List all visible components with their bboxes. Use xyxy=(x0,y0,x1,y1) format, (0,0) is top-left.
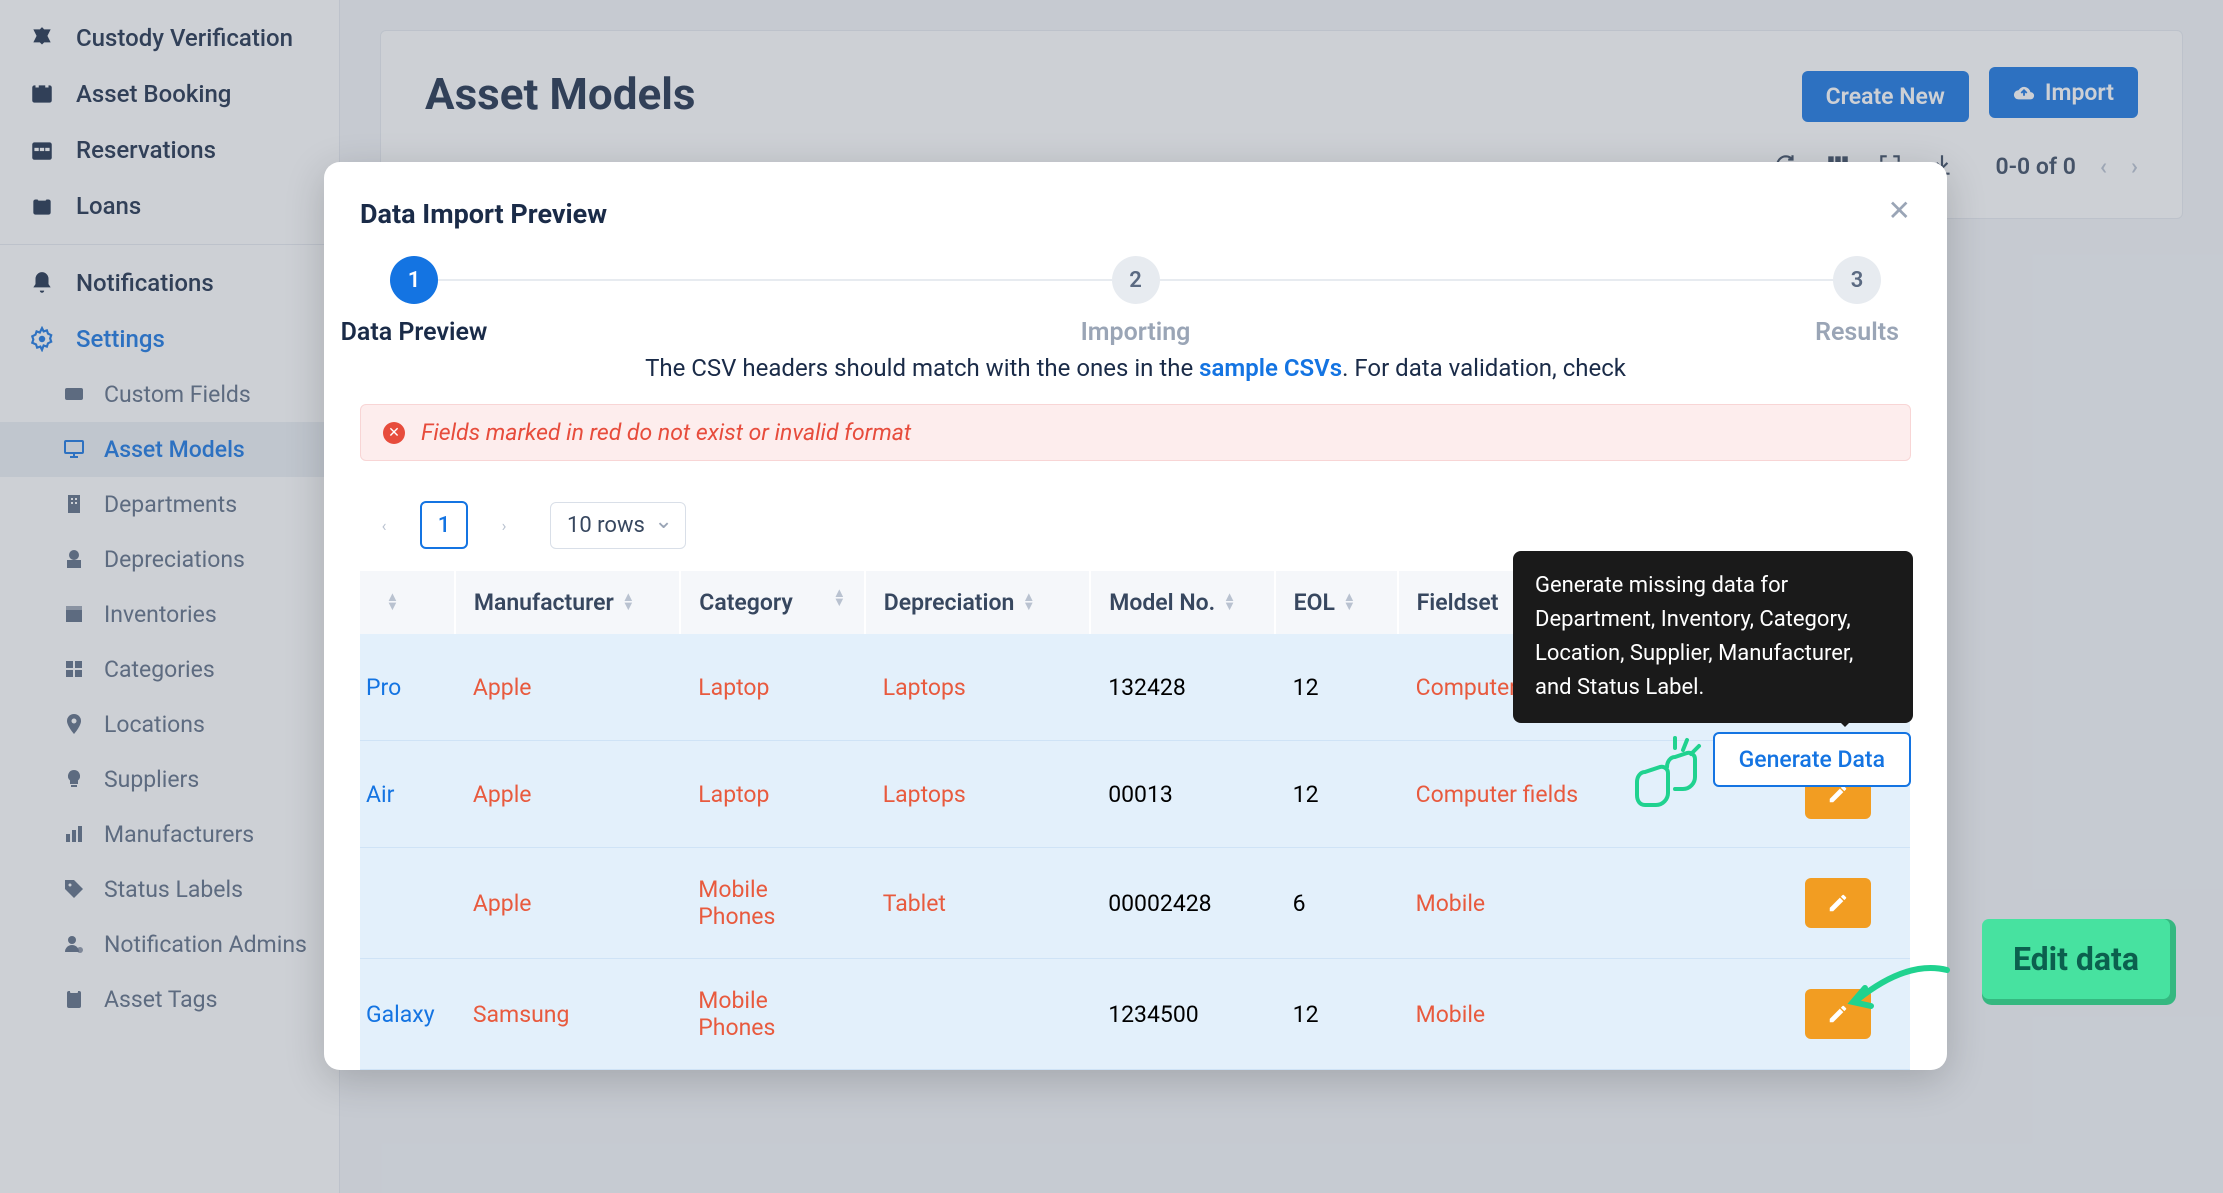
cell-manufacturer: Apple xyxy=(455,741,680,848)
table-row: Apple Mobile Phones Tablet 00002428 6 Mo… xyxy=(360,848,1910,959)
hint-text-suffix: . For data validation, check xyxy=(1342,354,1626,382)
edit-data-callout: Edit data xyxy=(1985,922,2167,996)
col-name[interactable]: ▲▼ xyxy=(360,571,455,634)
cell-eol: 6 xyxy=(1275,848,1398,959)
sort-icon: ▲▼ xyxy=(622,593,635,611)
step-number: 1 xyxy=(390,256,438,304)
sort-icon: ▲▼ xyxy=(386,593,399,611)
step-connector xyxy=(438,279,1112,281)
step-label: Data Preview xyxy=(341,318,488,347)
next-page-button[interactable]: › xyxy=(486,503,522,547)
cell-eol: 12 xyxy=(1275,634,1398,741)
sort-icon: ▲▼ xyxy=(1343,593,1356,611)
step-data-preview[interactable]: 1 Data Preview xyxy=(390,256,438,304)
sort-icon: ▲▼ xyxy=(833,589,846,607)
csv-hint: The CSV headers should match with the on… xyxy=(360,354,1911,382)
cell-manufacturer: Apple xyxy=(455,634,680,741)
step-connector xyxy=(1160,279,1834,281)
col-category[interactable]: Category▲▼ xyxy=(680,571,864,634)
cell-model-no: 00013 xyxy=(1090,741,1274,848)
step-label: Results xyxy=(1815,318,1899,347)
cell-name: Pro xyxy=(360,634,455,741)
cell-eol: 12 xyxy=(1275,741,1398,848)
cell-category: Mobile Phones xyxy=(680,959,864,1070)
col-model-no[interactable]: Model No.▲▼ xyxy=(1090,571,1274,634)
cell-manufacturer: Samsung xyxy=(455,959,680,1070)
cell-eol: 12 xyxy=(1275,959,1398,1070)
validation-alert: ✕ Fields marked in red do not exist or i… xyxy=(360,404,1911,461)
sort-icon: ▲▼ xyxy=(1022,593,1035,611)
cell-manufacturer: Apple xyxy=(455,848,680,959)
col-depreciation[interactable]: Depreciation▲▼ xyxy=(865,571,1090,634)
step-number: 3 xyxy=(1833,256,1881,304)
rows-per-page-select[interactable]: 10 rows xyxy=(550,502,686,549)
alert-text: Fields marked in red do not exist or inv… xyxy=(421,419,911,446)
preview-pagination: ‹ 1 › 10 rows xyxy=(360,501,1911,549)
cell-fieldset: Mobile xyxy=(1398,959,1623,1070)
error-icon: ✕ xyxy=(383,422,405,444)
cell-notes xyxy=(1623,959,1766,1070)
cell-depreciation: Laptops xyxy=(865,634,1090,741)
sort-icon: ▲▼ xyxy=(1223,593,1236,611)
step-results[interactable]: 3 Results xyxy=(1833,256,1881,304)
import-stepper: 1 Data Preview 2 Importing 3 Results xyxy=(390,256,1881,304)
generate-data-tooltip: Generate missing data for Department, In… xyxy=(1513,551,1913,723)
data-import-modal: Data Import Preview ✕ 1 Data Preview 2 I… xyxy=(324,162,1947,1070)
step-label: Importing xyxy=(1081,318,1191,347)
col-manufacturer[interactable]: Manufacturer▲▼ xyxy=(455,571,680,634)
cell-model-no: 00002428 xyxy=(1090,848,1274,959)
prev-page-button[interactable]: ‹ xyxy=(366,503,402,547)
cell-depreciation: Laptops xyxy=(865,741,1090,848)
callout-arrow-icon xyxy=(1837,950,1957,1030)
edit-row-button[interactable] xyxy=(1805,878,1871,928)
cell-category: Laptop xyxy=(680,741,864,848)
cell-notes xyxy=(1623,848,1766,959)
cell-category: Laptop xyxy=(680,634,864,741)
cell-category: Mobile Phones xyxy=(680,848,864,959)
cell-name xyxy=(360,848,455,959)
close-icon[interactable]: ✕ xyxy=(1888,194,1911,227)
col-eol[interactable]: EOL▲▼ xyxy=(1275,571,1398,634)
cell-model-no: 1234500 xyxy=(1090,959,1274,1070)
page-number-1[interactable]: 1 xyxy=(420,501,468,549)
cell-name: Air xyxy=(360,741,455,848)
cell-depreciation xyxy=(865,959,1090,1070)
step-importing[interactable]: 2 Importing xyxy=(1112,256,1160,304)
modal-title: Data Import Preview xyxy=(360,198,1911,230)
cell-depreciation: Tablet xyxy=(865,848,1090,959)
step-number: 2 xyxy=(1112,256,1160,304)
generate-data-button[interactable]: Generate Data xyxy=(1713,732,1911,787)
hint-text-prefix: The CSV headers should match with the on… xyxy=(645,354,1199,382)
table-row: Galaxy Samsung Mobile Phones 1234500 12 … xyxy=(360,959,1910,1070)
clap-hands-icon xyxy=(1617,732,1717,812)
sample-csvs-link[interactable]: sample CSVs xyxy=(1199,354,1342,382)
cell-fieldset: Computer fields xyxy=(1398,741,1623,848)
cell-name: Galaxy xyxy=(360,959,455,1070)
cell-model-no: 132428 xyxy=(1090,634,1274,741)
cell-actions xyxy=(1767,848,1911,959)
pencil-icon xyxy=(1827,892,1849,914)
cell-fieldset: Mobile xyxy=(1398,848,1623,959)
